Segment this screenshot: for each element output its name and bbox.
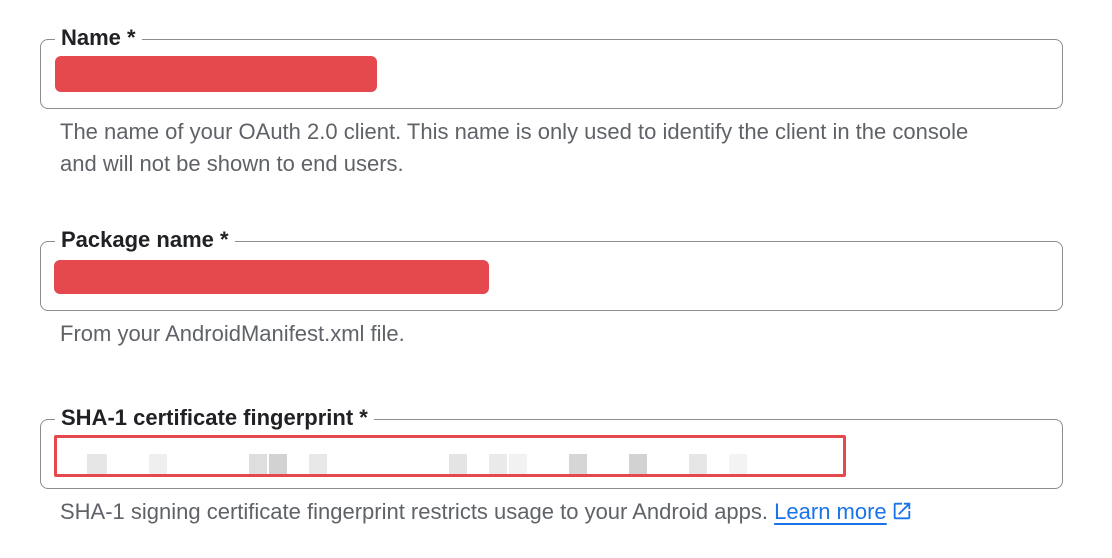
package-name-field[interactable]: Package name * — [40, 224, 1063, 311]
learn-more-link[interactable]: Learn more — [774, 499, 887, 524]
open-in-new-icon[interactable] — [891, 499, 913, 531]
sha1-helper-text: SHA-1 signing certificate fingerprint re… — [60, 496, 913, 531]
package-name-helper-text: From your AndroidManifest.xml file. — [60, 321, 405, 346]
sha1-fingerprint-field-label: SHA-1 certificate fingerprint * — [55, 402, 374, 434]
learn-more-label: Learn more — [774, 499, 887, 524]
name-field-label: Name * — [55, 22, 142, 54]
sha1-redacted-value — [54, 435, 846, 477]
sha1-fingerprint-field[interactable]: SHA-1 certificate fingerprint * — [40, 402, 1063, 489]
name-field[interactable]: Name * — [40, 22, 1063, 109]
sha1-helper-label: SHA-1 signing certificate fingerprint re… — [60, 499, 769, 524]
package-name-field-label: Package name * — [55, 224, 235, 256]
name-redacted-value — [55, 56, 377, 92]
package-name-redacted-value — [54, 260, 489, 294]
name-helper-text: The name of your OAuth 2.0 client. This … — [60, 119, 969, 176]
